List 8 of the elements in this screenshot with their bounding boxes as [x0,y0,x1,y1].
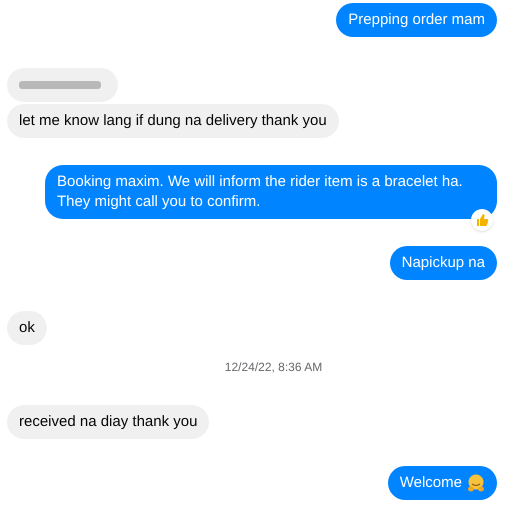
sent-message: Welcome [388,466,497,500]
received-message: received na diay thank you [7,405,210,439]
timestamp: 12/24/22, 8:36 AM [224,359,322,375]
received-message: ok [7,311,47,345]
received-message: let me know lang if dung na delivery thank you [7,104,339,138]
sent-message: Prepping order mam [336,3,497,37]
sent-message: Napickup na [390,246,497,280]
blur-mark-icon [19,80,101,90]
